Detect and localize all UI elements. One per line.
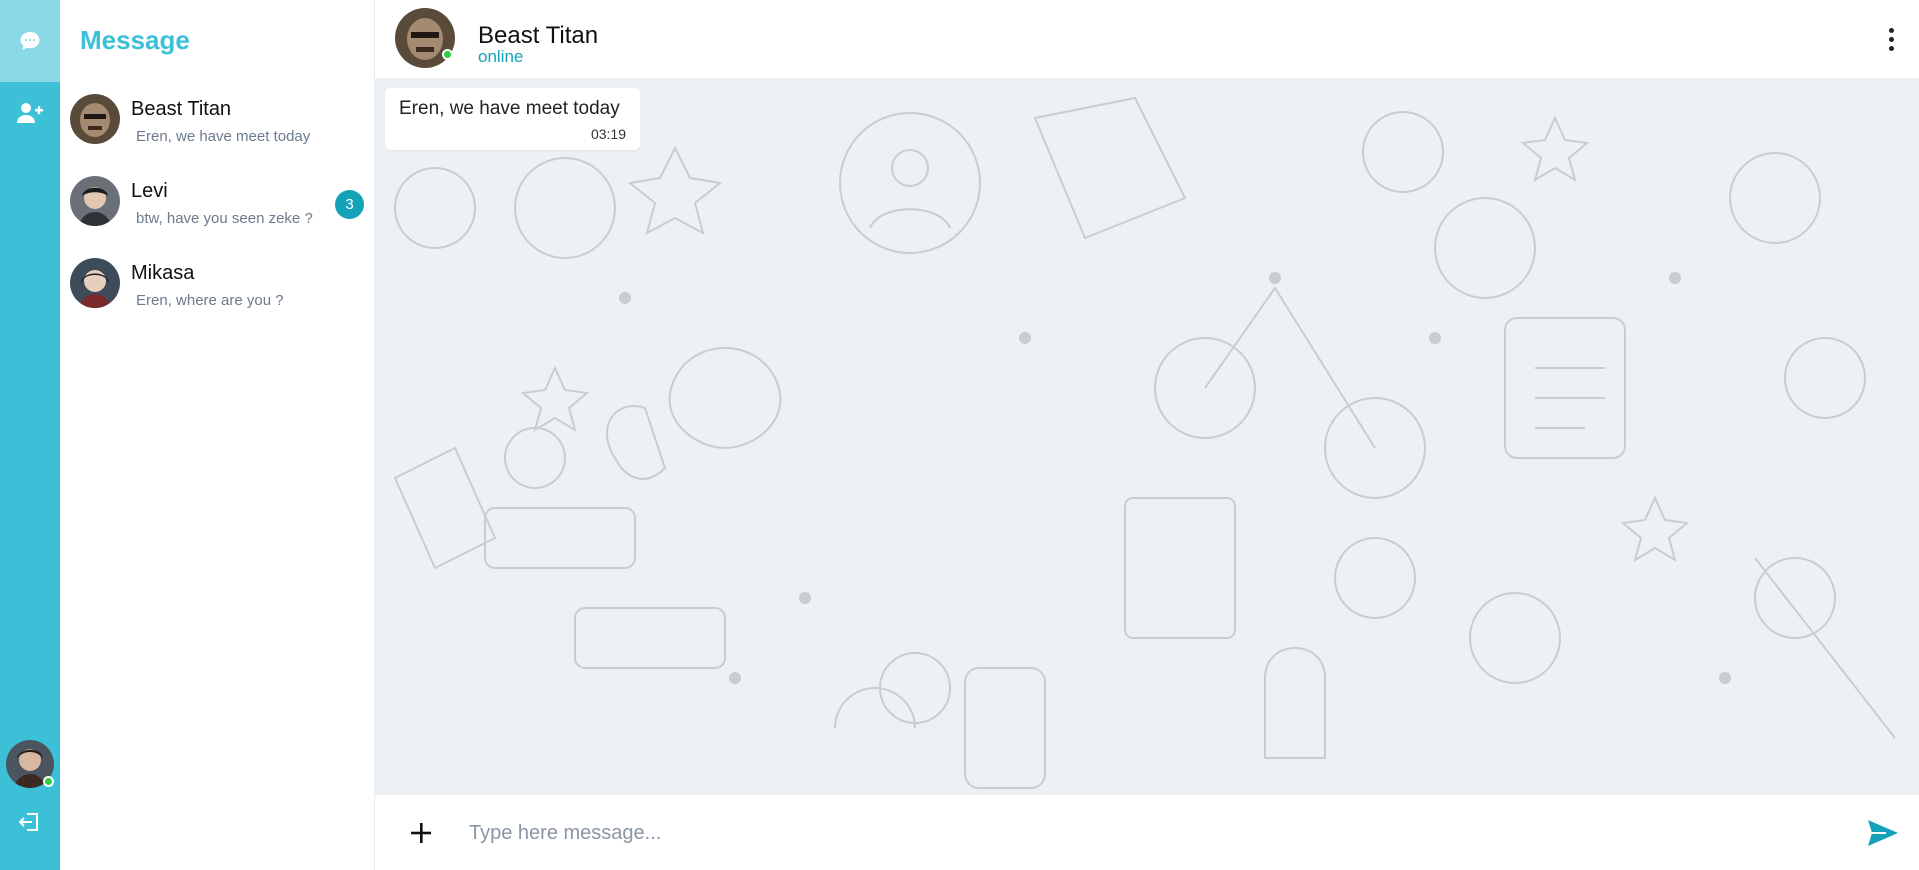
chat-preview: Eren, where are you ?: [136, 292, 284, 309]
chat-avatar: [70, 176, 120, 226]
chat-list-item[interactable]: Mikasa Eren, where are you ?: [60, 244, 374, 326]
chat-list-item[interactable]: Beast Titan Eren, we have meet today: [60, 80, 374, 162]
plus-icon: [411, 823, 431, 843]
sidebar-title: Message: [80, 25, 190, 55]
sidebar-header: Message: [60, 0, 374, 80]
contact-name: Beast Titan: [478, 22, 599, 49]
kebab-menu-icon: [1888, 27, 1894, 33]
send-icon: [1868, 820, 1898, 846]
conversation-panel: Beast Titan online Eren, we have meet to…: [375, 0, 1919, 870]
contact-status: online: [478, 47, 524, 66]
message-time: 03:19: [590, 126, 626, 142]
logout-icon: [19, 813, 38, 831]
add-user-icon: [17, 103, 43, 123]
chat-avatar: [70, 258, 120, 308]
conversation-header: Beast Titan online: [375, 0, 1919, 78]
chat-name: Levi: [131, 180, 168, 202]
message-text: Eren, we have meet today: [399, 98, 620, 119]
chat-name: Beast Titan: [131, 98, 232, 120]
chat-avatar: [70, 94, 120, 144]
message-bubble[interactable]: Eren, we have meet today 03:19: [385, 88, 640, 150]
chat-list-item[interactable]: Levi btw, have you seen zeke ? 3: [60, 162, 374, 244]
chat-bubble-icon: [20, 32, 40, 50]
message-input[interactable]: [469, 815, 1769, 851]
message-composer: [375, 795, 1919, 870]
contact-online-indicator: [442, 49, 453, 60]
app-rail: [0, 0, 60, 870]
chat-preview: Eren, we have meet today: [136, 128, 311, 145]
rail-add-contact-button[interactable]: [0, 72, 60, 154]
user-online-indicator: [43, 776, 54, 787]
chat-name: Mikasa: [131, 262, 195, 284]
chat-list-sidebar: Message Beast Titan Eren, we have meet t…: [60, 0, 375, 870]
attach-button[interactable]: [405, 817, 437, 849]
more-options-button[interactable]: [1881, 24, 1901, 54]
rail-messages-button[interactable]: [0, 0, 60, 82]
send-button[interactable]: [1865, 815, 1901, 851]
unread-count-badge: 3: [335, 190, 364, 219]
doodle-background: [393, 96, 1896, 789]
chat-preview: btw, have you seen zeke ?: [136, 210, 313, 227]
logout-button[interactable]: [0, 800, 60, 844]
message-area[interactable]: Eren, we have meet today 03:19: [375, 78, 1919, 795]
